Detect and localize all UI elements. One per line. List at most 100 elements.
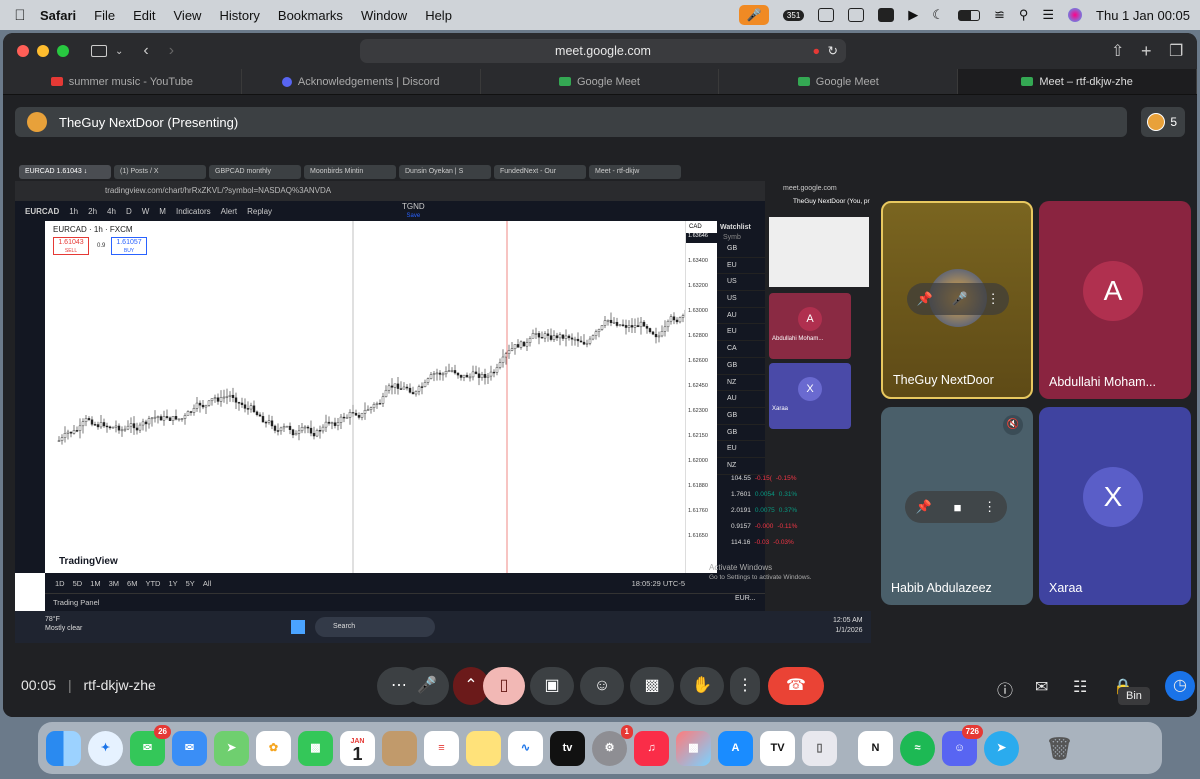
quote-row: 104.55 -0.15(-0.15% <box>731 471 815 487</box>
more-options-button[interactable]: ⋮ <box>730 667 760 705</box>
maps-icon[interactable]: ➤ <box>214 730 249 766</box>
captions-button[interactable]: ▩ <box>630 667 674 705</box>
tab-google-meet-2[interactable]: Google Meet <box>719 69 959 94</box>
forward-icon[interactable]: › <box>169 42 174 60</box>
leave-call-button[interactable]: ☎ <box>768 667 824 705</box>
share-icon[interactable]: ⇧ <box>1111 41 1124 61</box>
screen-mirroring-icon[interactable] <box>818 8 835 22</box>
more-options-icon[interactable]: ⋮ <box>987 291 1000 307</box>
play-icon[interactable]: ▶ <box>908 7 918 23</box>
menu-view[interactable]: View <box>174 8 202 23</box>
participants-button[interactable]: 5 <box>1141 107 1185 137</box>
tv-toolbar: EURCAD 1h 2h 4h D W M Indicators Alert R… <box>15 201 765 221</box>
microphone-button[interactable]: 🎤 <box>405 667 449 705</box>
menu-history[interactable]: History <box>219 8 259 23</box>
trash-icon[interactable]: 🗑 <box>1042 731 1077 766</box>
wifi-icon[interactable]: ≌ <box>994 7 1005 23</box>
microphone-icon[interactable]: 🎤 <box>952 291 968 307</box>
tab-youtube[interactable]: summer music - YouTube <box>3 69 242 94</box>
more-options-icon[interactable]: ⋮ <box>983 499 996 515</box>
search-icon[interactable]: ⚲ <box>1019 7 1029 23</box>
reminders-icon[interactable]: ≡ <box>424 730 459 766</box>
host-controls-icon[interactable]: ◷ <box>1165 671 1195 701</box>
microphone-in-use-icon[interactable]: 🎤 <box>738 5 769 25</box>
menubar-clock[interactable]: Thu 1 Jan 00:05 <box>1096 8 1190 23</box>
siri-icon[interactable] <box>1068 8 1083 22</box>
spotify-icon[interactable]: ≈ <box>900 730 935 766</box>
apple-tv-icon[interactable]: tv <box>550 730 585 766</box>
launchpad-icon[interactable]: ▩ <box>676 730 711 766</box>
new-tab-icon[interactable]: + <box>1141 41 1152 62</box>
zoom-window-button[interactable] <box>57 45 69 57</box>
mail-icon[interactable]: ✉ <box>172 730 207 766</box>
apple-icon[interactable]:  <box>0 7 40 24</box>
tile-name: TheGuy NextDoor <box>893 373 994 387</box>
close-window-button[interactable] <box>17 45 29 57</box>
candle-body <box>255 411 259 416</box>
candle-body <box>321 426 325 432</box>
camera-off-button[interactable]: ▯ <box>483 667 525 705</box>
menu-window[interactable]: Window <box>361 8 407 23</box>
messages-icon[interactable]: ✉ 26 <box>130 724 171 766</box>
notion-icon[interactable]: N <box>858 730 893 766</box>
candle-body <box>342 416 346 419</box>
tab-overview-icon[interactable]: ❐ <box>1169 41 1183 61</box>
finder-icon[interactable] <box>46 730 81 766</box>
music-icon[interactable]: ♫ <box>634 730 669 766</box>
candle-body <box>174 416 178 420</box>
tile-habib[interactable]: 🔇 📌 ■ ⋮ Habib Abdulazeez <box>881 407 1033 605</box>
address-bar[interactable]: meet.google.com ● ↻ <box>360 39 846 63</box>
moon-icon[interactable]: ☾ <box>932 7 944 23</box>
tile-abdullahi[interactable]: A Abdullahi Moham... <box>1039 201 1191 399</box>
control-center-icon[interactable]: ☰ <box>1042 7 1054 23</box>
iphone-mirroring-icon[interactable]: ▯ <box>802 730 837 766</box>
calendar-icon[interactable]: JAN 1 <box>340 730 375 766</box>
menu-bookmarks[interactable]: Bookmarks <box>278 8 343 23</box>
meeting-details-icon[interactable]: ⓘ <box>997 677 1013 701</box>
reload-icon[interactable]: ↻ <box>828 39 838 63</box>
notion-menu-icon[interactable] <box>878 8 895 22</box>
menu-file[interactable]: File <box>94 8 115 23</box>
menu-help[interactable]: Help <box>425 8 452 23</box>
freeform-icon[interactable]: ∿ <box>508 730 543 766</box>
tradingview-icon[interactable]: TV <box>760 730 795 766</box>
discord-badge: 726 <box>961 724 983 739</box>
present-screen-button[interactable]: ▣ <box>530 667 574 705</box>
display-icon[interactable] <box>848 8 865 22</box>
tab-google-meet-1[interactable]: Google Meet <box>481 69 720 94</box>
tile-hover-controls: 📌 ■ ⋮ <box>905 491 1007 523</box>
chat-icon[interactable]: ✉ <box>1035 677 1048 697</box>
discord-icon[interactable]: ☺ 726 <box>942 724 983 766</box>
back-icon[interactable]: ‹ <box>143 42 148 60</box>
facetime-icon[interactable]: ▩ <box>298 730 333 766</box>
emoji-button[interactable]: ☺ <box>580 667 624 705</box>
notification-badge-icon[interactable]: 351 <box>782 9 805 21</box>
tv-replay: Replay <box>247 206 273 216</box>
user-avatar-icon: ■ <box>953 499 962 515</box>
pin-icon[interactable]: 📌 <box>916 499 932 515</box>
safari-icon[interactable]: ✦ <box>88 730 123 766</box>
tab-meet-active[interactable]: Meet – rtf-dkjw-zhe <box>958 69 1197 94</box>
chevron-down-icon[interactable]: ⌄ <box>115 46 123 57</box>
tile-avatar: A <box>1083 261 1143 321</box>
tab-discord[interactable]: Acknowledgements | Discord <box>242 69 481 94</box>
sidebar-icon[interactable] <box>91 45 107 57</box>
tv-currency: CAD <box>689 224 702 230</box>
pin-icon[interactable]: 📌 <box>916 291 932 307</box>
activities-icon[interactable]: ☷ <box>1073 677 1087 697</box>
telegram-icon[interactable]: ➤ <box>984 730 1019 766</box>
menu-app-name[interactable]: Safari <box>40 8 76 23</box>
minimize-window-button[interactable] <box>37 45 49 57</box>
app-store-icon[interactable]: A <box>718 730 753 766</box>
menu-edit[interactable]: Edit <box>133 8 155 23</box>
microphone-icon[interactable]: ● <box>812 39 820 63</box>
system-settings-icon[interactable]: ⚙ 1 <box>592 724 633 766</box>
candle-body <box>648 328 652 333</box>
tile-theguy[interactable]: 📌 🎤 ⋮ TheGuy NextDoor <box>881 201 1033 399</box>
battery-icon[interactable] <box>957 9 980 21</box>
notes-icon[interactable] <box>466 730 501 766</box>
photos-icon[interactable]: ✿ <box>256 730 291 766</box>
contacts-icon[interactable] <box>382 730 417 766</box>
tile-xaraa[interactable]: X Xaraa <box>1039 407 1191 605</box>
raise-hand-button[interactable]: ✋ <box>680 667 724 705</box>
